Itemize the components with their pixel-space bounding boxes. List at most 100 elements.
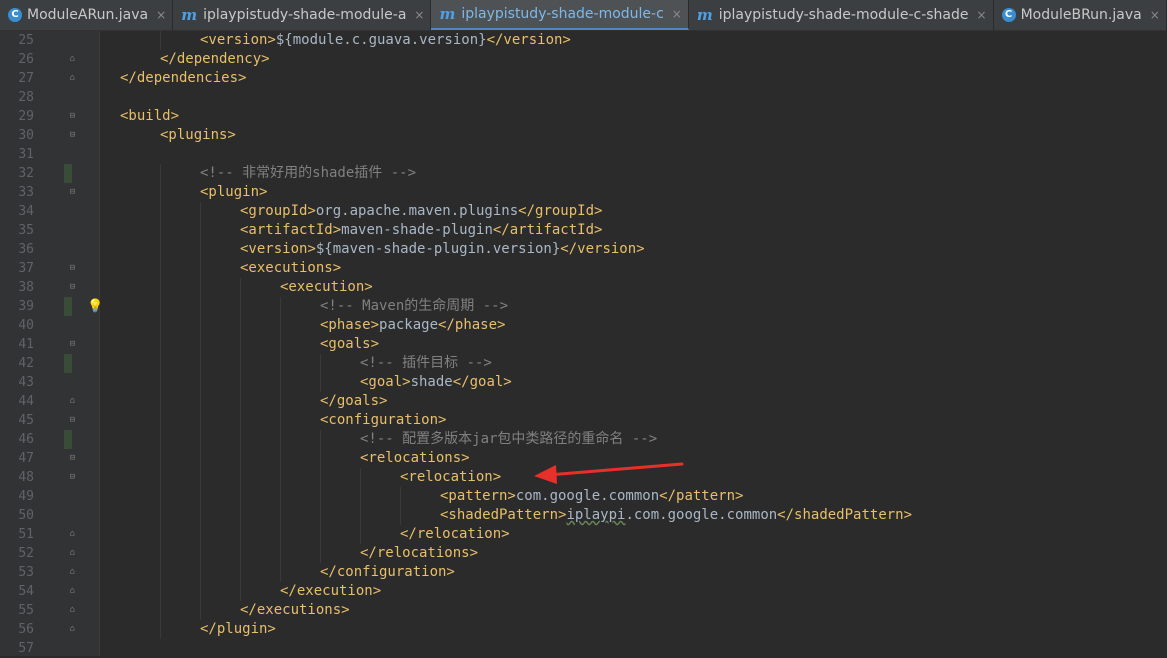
fold-end-icon[interactable]: ⌂ — [68, 625, 77, 634]
code-line[interactable]: 47⊟<relocations> — [0, 449, 1167, 468]
indent-guide — [200, 582, 201, 601]
fold-end-icon[interactable]: ⌂ — [68, 606, 77, 615]
xml-tag: <version> — [240, 241, 316, 257]
fold-end-icon[interactable]: ⌂ — [68, 568, 77, 577]
code-line[interactable]: 45⊟<configuration> — [0, 411, 1167, 430]
code-line[interactable]: 57 — [0, 639, 1167, 658]
indent-guide — [200, 297, 201, 316]
code-line[interactable]: 26⌂</dependency> — [0, 50, 1167, 69]
indent-guide — [160, 31, 161, 50]
code-text: <groupId>org.apache.maven.plugins</group… — [240, 202, 602, 221]
tab-close-icon[interactable]: × — [1150, 8, 1160, 22]
fold-open-icon[interactable]: ⊟ — [68, 264, 77, 273]
fold-end-icon[interactable]: ⌂ — [68, 587, 77, 596]
fold-open-icon[interactable]: ⊟ — [68, 473, 77, 482]
code-line[interactable]: 48⊟<relocation> — [0, 468, 1167, 487]
maven-m-icon: m — [181, 6, 197, 24]
indent-guide — [240, 468, 241, 487]
indent-guide — [160, 601, 161, 620]
indent-guide — [240, 449, 241, 468]
code-line[interactable]: 34<groupId>org.apache.maven.plugins</gro… — [0, 202, 1167, 221]
code-line[interactable]: 44⌂</goals> — [0, 392, 1167, 411]
code-line[interactable]: 49<pattern>com.google.common</pattern> — [0, 487, 1167, 506]
indent-guide — [200, 525, 201, 544]
indent-guide — [320, 449, 321, 468]
code-line[interactable]: 54⌂</execution> — [0, 582, 1167, 601]
indent-guide — [240, 354, 241, 373]
code-line[interactable]: 38⊟<execution> — [0, 278, 1167, 297]
code-line[interactable]: 56⌂</plugin> — [0, 620, 1167, 639]
indent-guide — [200, 259, 201, 278]
line-number: 27 — [0, 69, 34, 88]
code-line[interactable]: 51⌂</relocation> — [0, 525, 1167, 544]
code-line[interactable]: 31 — [0, 145, 1167, 164]
editor-tab[interactable]: miplaypistudy-shade-module-a× — [173, 0, 431, 30]
code-line[interactable]: 32<!-- 非常好用的shade插件 --> — [0, 164, 1167, 183]
indent-guide — [240, 373, 241, 392]
line-number: 38 — [0, 278, 34, 297]
class-c-icon: C — [1002, 8, 1016, 22]
xml-tag: <configuration> — [320, 412, 446, 428]
code-text: <relocation> — [400, 468, 501, 487]
tab-close-icon[interactable]: × — [156, 8, 166, 22]
code-line[interactable]: 36<version>${maven-shade-plugin.version}… — [0, 240, 1167, 259]
indent-guide — [200, 601, 201, 620]
code-line[interactable]: 35<artifactId>maven-shade-plugin</artifa… — [0, 221, 1167, 240]
indent-guide — [280, 373, 281, 392]
indent-guide — [160, 221, 161, 240]
xml-tag: <groupId> — [240, 203, 316, 219]
code-line[interactable]: 25<version>${module.c.guava.version}</ve… — [0, 31, 1167, 50]
code-line[interactable]: 41⊟<goals> — [0, 335, 1167, 354]
xml-text: org.apache.maven.plugins — [316, 203, 518, 219]
change-marker — [64, 430, 72, 449]
indent-guide — [200, 411, 201, 430]
xml-text: .com.google.common — [625, 507, 777, 523]
change-marker — [64, 354, 72, 373]
fold-open-icon[interactable]: ⊟ — [68, 188, 77, 197]
tab-close-icon[interactable]: × — [672, 7, 682, 21]
code-line[interactable]: 39💡<!-- Maven的生命周期 --> — [0, 297, 1167, 316]
code-line[interactable]: 50<shadedPattern>iplaypi.com.google.comm… — [0, 506, 1167, 525]
code-line[interactable]: 30⊟<plugins> — [0, 126, 1167, 145]
code-line[interactable]: 43<goal>shade</goal> — [0, 373, 1167, 392]
code-editor[interactable]: 25<version>${module.c.guava.version}</ve… — [0, 31, 1167, 656]
code-line[interactable]: 42<!-- 插件目标 --> — [0, 354, 1167, 373]
tab-label: iplaypistudy-shade-module-c — [461, 6, 663, 22]
intention-bulb-icon[interactable]: 💡 — [87, 297, 103, 316]
code-line[interactable]: 52⌂</relocations> — [0, 544, 1167, 563]
code-line[interactable]: 46<!-- 配置多版本jar包中类路径的重命名 --> — [0, 430, 1167, 449]
editor-tab[interactable]: miplaypistudy-shade-module-c× — [431, 0, 688, 30]
fold-open-icon[interactable]: ⊟ — [68, 454, 77, 463]
indent-guide — [240, 430, 241, 449]
tab-close-icon[interactable]: × — [414, 8, 424, 22]
fold-end-icon[interactable]: ⌂ — [68, 549, 77, 558]
xml-text: iplaypi — [566, 507, 625, 523]
fold-end-icon[interactable]: ⌂ — [68, 55, 77, 64]
indent-guide — [280, 506, 281, 525]
indent-guide — [200, 221, 201, 240]
code-line[interactable]: 37⊟<executions> — [0, 259, 1167, 278]
code-text: <build> — [120, 107, 179, 126]
code-line[interactable]: 33⊟<plugin> — [0, 183, 1167, 202]
fold-end-icon[interactable]: ⌂ — [68, 530, 77, 539]
editor-tab[interactable]: CModuleBRun.java× — [994, 0, 1167, 30]
editor-tab[interactable]: CModuleARun.java× — [0, 0, 173, 30]
editor-tab[interactable]: miplaypistudy-shade-module-c-shade× — [689, 0, 994, 30]
code-line[interactable]: 40<phase>package</phase> — [0, 316, 1167, 335]
code-line[interactable]: 55⌂</executions> — [0, 601, 1167, 620]
code-line[interactable]: 29⊟<build> — [0, 107, 1167, 126]
fold-open-icon[interactable]: ⊟ — [68, 283, 77, 292]
indent-guide — [280, 563, 281, 582]
fold-open-icon[interactable]: ⊟ — [68, 340, 77, 349]
fold-open-icon[interactable]: ⊟ — [68, 131, 77, 140]
fold-end-icon[interactable]: ⌂ — [68, 74, 77, 83]
fold-open-icon[interactable]: ⊟ — [68, 416, 77, 425]
line-number: 33 — [0, 183, 34, 202]
fold-end-icon[interactable]: ⌂ — [68, 397, 77, 406]
fold-open-icon[interactable]: ⊟ — [68, 112, 77, 121]
xml-text: package — [379, 317, 438, 333]
code-line[interactable]: 27⌂</dependencies> — [0, 69, 1167, 88]
code-line[interactable]: 28 — [0, 88, 1167, 107]
tab-close-icon[interactable]: × — [977, 8, 987, 22]
code-line[interactable]: 53⌂</configuration> — [0, 563, 1167, 582]
